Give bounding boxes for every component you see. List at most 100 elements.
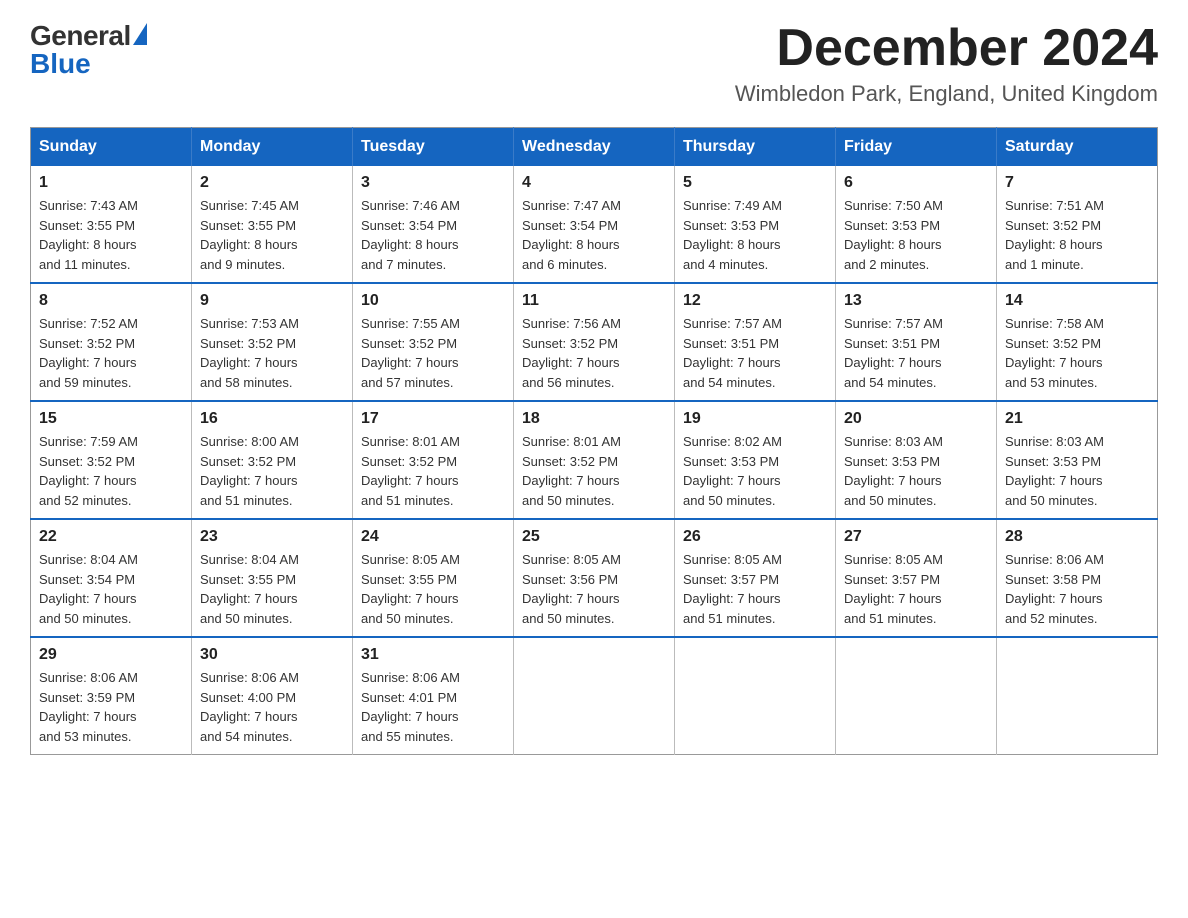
week-row-5: 29 Sunrise: 8:06 AMSunset: 3:59 PMDaylig… (31, 637, 1158, 755)
week-row-2: 8 Sunrise: 7:52 AMSunset: 3:52 PMDayligh… (31, 283, 1158, 401)
location-title: Wimbledon Park, England, United Kingdom (735, 81, 1158, 107)
day-info: Sunrise: 8:06 AMSunset: 4:00 PMDaylight:… (200, 668, 344, 746)
day-number: 19 (683, 410, 827, 428)
calendar-cell: 7 Sunrise: 7:51 AMSunset: 3:52 PMDayligh… (997, 166, 1158, 283)
day-info: Sunrise: 7:57 AMSunset: 3:51 PMDaylight:… (683, 314, 827, 392)
calendar-cell: 13 Sunrise: 7:57 AMSunset: 3:51 PMDaylig… (836, 283, 997, 401)
day-number: 15 (39, 410, 183, 428)
calendar-cell: 17 Sunrise: 8:01 AMSunset: 3:52 PMDaylig… (353, 401, 514, 519)
calendar-cell: 2 Sunrise: 7:45 AMSunset: 3:55 PMDayligh… (192, 166, 353, 283)
calendar-table: SundayMondayTuesdayWednesdayThursdayFrid… (30, 127, 1158, 755)
day-number: 1 (39, 174, 183, 192)
day-number: 8 (39, 292, 183, 310)
calendar-cell (997, 637, 1158, 755)
day-info: Sunrise: 8:00 AMSunset: 3:52 PMDaylight:… (200, 432, 344, 510)
day-number: 24 (361, 528, 505, 546)
month-title: December 2024 (735, 20, 1158, 77)
calendar-cell (675, 637, 836, 755)
day-info: Sunrise: 7:57 AMSunset: 3:51 PMDaylight:… (844, 314, 988, 392)
day-number: 26 (683, 528, 827, 546)
day-info: Sunrise: 7:52 AMSunset: 3:52 PMDaylight:… (39, 314, 183, 392)
day-number: 5 (683, 174, 827, 192)
day-number: 6 (844, 174, 988, 192)
day-number: 17 (361, 410, 505, 428)
day-info: Sunrise: 8:05 AMSunset: 3:55 PMDaylight:… (361, 550, 505, 628)
week-row-1: 1 Sunrise: 7:43 AMSunset: 3:55 PMDayligh… (31, 166, 1158, 283)
calendar-cell (514, 637, 675, 755)
day-info: Sunrise: 8:06 AMSunset: 4:01 PMDaylight:… (361, 668, 505, 746)
day-header-sunday: Sunday (31, 128, 192, 167)
calendar-cell: 25 Sunrise: 8:05 AMSunset: 3:56 PMDaylig… (514, 519, 675, 637)
day-number: 16 (200, 410, 344, 428)
day-number: 30 (200, 646, 344, 664)
day-header-monday: Monday (192, 128, 353, 167)
title-area: December 2024 Wimbledon Park, England, U… (735, 20, 1158, 107)
calendar-cell: 1 Sunrise: 7:43 AMSunset: 3:55 PMDayligh… (31, 166, 192, 283)
day-info: Sunrise: 8:05 AMSunset: 3:56 PMDaylight:… (522, 550, 666, 628)
logo: General Blue (30, 20, 147, 80)
day-info: Sunrise: 8:05 AMSunset: 3:57 PMDaylight:… (844, 550, 988, 628)
calendar-cell: 14 Sunrise: 7:58 AMSunset: 3:52 PMDaylig… (997, 283, 1158, 401)
day-header-thursday: Thursday (675, 128, 836, 167)
day-number: 12 (683, 292, 827, 310)
calendar-cell: 30 Sunrise: 8:06 AMSunset: 4:00 PMDaylig… (192, 637, 353, 755)
day-info: Sunrise: 8:02 AMSunset: 3:53 PMDaylight:… (683, 432, 827, 510)
day-info: Sunrise: 8:03 AMSunset: 3:53 PMDaylight:… (844, 432, 988, 510)
day-number: 7 (1005, 174, 1149, 192)
day-number: 29 (39, 646, 183, 664)
calendar-cell: 10 Sunrise: 7:55 AMSunset: 3:52 PMDaylig… (353, 283, 514, 401)
calendar-cell: 22 Sunrise: 8:04 AMSunset: 3:54 PMDaylig… (31, 519, 192, 637)
day-info: Sunrise: 7:47 AMSunset: 3:54 PMDaylight:… (522, 196, 666, 274)
day-number: 22 (39, 528, 183, 546)
day-info: Sunrise: 8:05 AMSunset: 3:57 PMDaylight:… (683, 550, 827, 628)
calendar-cell: 4 Sunrise: 7:47 AMSunset: 3:54 PMDayligh… (514, 166, 675, 283)
day-info: Sunrise: 8:06 AMSunset: 3:59 PMDaylight:… (39, 668, 183, 746)
day-info: Sunrise: 8:04 AMSunset: 3:54 PMDaylight:… (39, 550, 183, 628)
day-info: Sunrise: 7:49 AMSunset: 3:53 PMDaylight:… (683, 196, 827, 274)
calendar-cell: 15 Sunrise: 7:59 AMSunset: 3:52 PMDaylig… (31, 401, 192, 519)
calendar-cell: 24 Sunrise: 8:05 AMSunset: 3:55 PMDaylig… (353, 519, 514, 637)
calendar-cell: 18 Sunrise: 8:01 AMSunset: 3:52 PMDaylig… (514, 401, 675, 519)
calendar-cell: 8 Sunrise: 7:52 AMSunset: 3:52 PMDayligh… (31, 283, 192, 401)
day-number: 28 (1005, 528, 1149, 546)
day-number: 9 (200, 292, 344, 310)
day-info: Sunrise: 7:45 AMSunset: 3:55 PMDaylight:… (200, 196, 344, 274)
day-info: Sunrise: 7:50 AMSunset: 3:53 PMDaylight:… (844, 196, 988, 274)
days-header-row: SundayMondayTuesdayWednesdayThursdayFrid… (31, 128, 1158, 167)
calendar-cell: 9 Sunrise: 7:53 AMSunset: 3:52 PMDayligh… (192, 283, 353, 401)
calendar-cell: 21 Sunrise: 8:03 AMSunset: 3:53 PMDaylig… (997, 401, 1158, 519)
day-info: Sunrise: 7:56 AMSunset: 3:52 PMDaylight:… (522, 314, 666, 392)
week-row-4: 22 Sunrise: 8:04 AMSunset: 3:54 PMDaylig… (31, 519, 1158, 637)
day-info: Sunrise: 8:04 AMSunset: 3:55 PMDaylight:… (200, 550, 344, 628)
day-number: 31 (361, 646, 505, 664)
calendar-cell: 27 Sunrise: 8:05 AMSunset: 3:57 PMDaylig… (836, 519, 997, 637)
day-number: 23 (200, 528, 344, 546)
day-number: 13 (844, 292, 988, 310)
day-number: 18 (522, 410, 666, 428)
day-number: 27 (844, 528, 988, 546)
calendar-cell: 20 Sunrise: 8:03 AMSunset: 3:53 PMDaylig… (836, 401, 997, 519)
calendar-cell: 12 Sunrise: 7:57 AMSunset: 3:51 PMDaylig… (675, 283, 836, 401)
calendar-cell (836, 637, 997, 755)
logo-blue-text: Blue (30, 48, 91, 80)
day-number: 25 (522, 528, 666, 546)
calendar-cell: 11 Sunrise: 7:56 AMSunset: 3:52 PMDaylig… (514, 283, 675, 401)
day-number: 2 (200, 174, 344, 192)
logo-triangle-icon (133, 23, 147, 45)
day-header-wednesday: Wednesday (514, 128, 675, 167)
day-info: Sunrise: 7:43 AMSunset: 3:55 PMDaylight:… (39, 196, 183, 274)
day-info: Sunrise: 8:03 AMSunset: 3:53 PMDaylight:… (1005, 432, 1149, 510)
day-info: Sunrise: 7:51 AMSunset: 3:52 PMDaylight:… (1005, 196, 1149, 274)
day-number: 11 (522, 292, 666, 310)
day-info: Sunrise: 8:01 AMSunset: 3:52 PMDaylight:… (361, 432, 505, 510)
calendar-cell: 23 Sunrise: 8:04 AMSunset: 3:55 PMDaylig… (192, 519, 353, 637)
calendar-cell: 5 Sunrise: 7:49 AMSunset: 3:53 PMDayligh… (675, 166, 836, 283)
day-info: Sunrise: 7:53 AMSunset: 3:52 PMDaylight:… (200, 314, 344, 392)
day-info: Sunrise: 8:01 AMSunset: 3:52 PMDaylight:… (522, 432, 666, 510)
week-row-3: 15 Sunrise: 7:59 AMSunset: 3:52 PMDaylig… (31, 401, 1158, 519)
calendar-cell: 16 Sunrise: 8:00 AMSunset: 3:52 PMDaylig… (192, 401, 353, 519)
day-info: Sunrise: 7:59 AMSunset: 3:52 PMDaylight:… (39, 432, 183, 510)
calendar-cell: 28 Sunrise: 8:06 AMSunset: 3:58 PMDaylig… (997, 519, 1158, 637)
day-number: 10 (361, 292, 505, 310)
calendar-cell: 6 Sunrise: 7:50 AMSunset: 3:53 PMDayligh… (836, 166, 997, 283)
